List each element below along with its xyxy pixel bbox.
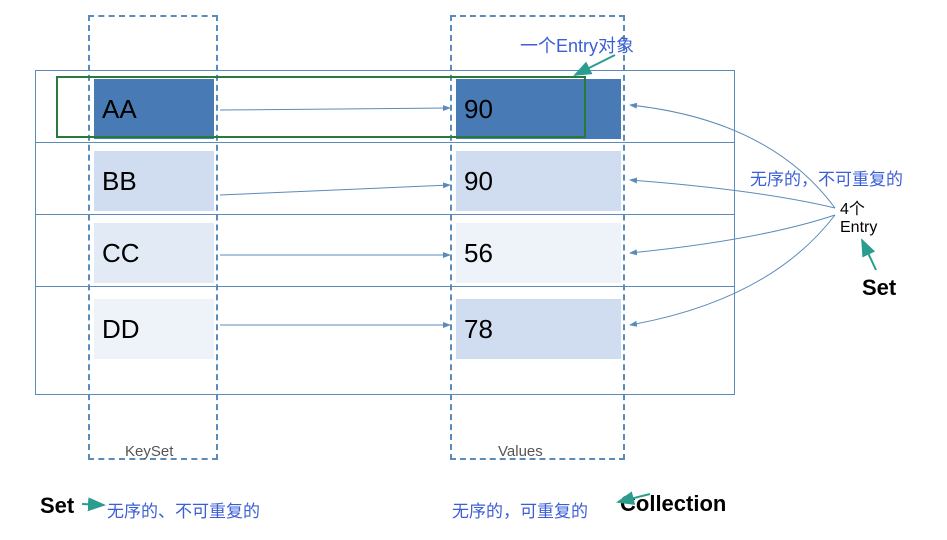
- value-cell: 56: [456, 223, 621, 283]
- value-cell: 90: [456, 79, 621, 139]
- bottom-collection-desc: 无序的，可重复的: [452, 497, 588, 522]
- table-row: CC 56: [36, 215, 734, 287]
- diagram-container: AA 90 BB 90 CC 56 DD 78: [35, 70, 915, 395]
- four-entry-label: 4个 Entry: [840, 195, 877, 237]
- key-cell: BB: [94, 151, 214, 211]
- collection-label: Collection: [620, 491, 726, 517]
- key-cell: DD: [94, 299, 214, 359]
- arrow-icon: [82, 504, 104, 505]
- unordered-unique-label: 无序的，不可重复的: [750, 165, 903, 190]
- entry-object-label: 一个Entry对象: [520, 32, 634, 58]
- keyset-label: KeySet: [125, 443, 173, 460]
- bottom-set-label: Set: [40, 493, 74, 519]
- set-label: Set: [862, 275, 896, 301]
- key-cell: CC: [94, 223, 214, 283]
- table-row: AA 90: [36, 71, 734, 143]
- key-cell: AA: [94, 79, 214, 139]
- table-row: BB 90: [36, 143, 734, 215]
- table-row: DD 78: [36, 287, 734, 365]
- value-cell: 78: [456, 299, 621, 359]
- values-label: Values: [498, 443, 543, 460]
- map-table: AA 90 BB 90 CC 56 DD 78: [35, 70, 735, 395]
- value-cell: 90: [456, 151, 621, 211]
- bottom-set-desc: 无序的、不可重复的: [107, 497, 260, 522]
